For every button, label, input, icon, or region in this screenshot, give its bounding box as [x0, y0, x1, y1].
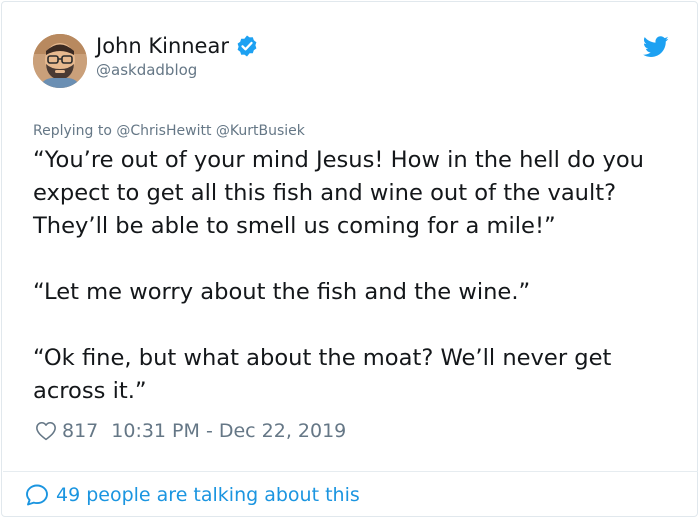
like-count[interactable]: 817	[62, 418, 98, 444]
tweet-paragraph: “Ok fine, but what about the moat? We’ll…	[33, 345, 612, 404]
author-handle[interactable]: @askdadblog	[96, 60, 197, 80]
author-name-row: John Kinnear	[96, 33, 259, 59]
mention-link[interactable]: @KurtBusiek	[216, 123, 305, 139]
tweet-paragraph: “Let me worry about the fish and the win…	[33, 279, 531, 305]
bearded-man-with-glasses-avatar-icon	[33, 34, 87, 88]
author-avatar[interactable]	[33, 34, 87, 88]
footer-divider	[3, 471, 698, 472]
verified-badge-icon	[237, 35, 257, 57]
speech-bubble-icon	[26, 484, 48, 506]
reply-prefix: Replying to	[33, 123, 112, 139]
tweet-card: John Kinnear @askdadblog Replying to @Ch…	[1, 1, 698, 517]
mention-link[interactable]: @ChrisHewitt	[116, 123, 211, 139]
twitter-bird-icon[interactable]	[643, 36, 669, 58]
conversation-link[interactable]: 49 people are talking about this	[25, 482, 360, 508]
tweet-text: “You’re out of your mind Jesus! How in t…	[33, 144, 683, 408]
tweet-meta: 817 10:31 PM - Dec 22, 2019	[35, 418, 346, 444]
tweet-timestamp[interactable]: 10:31 PM - Dec 22, 2019	[111, 418, 346, 444]
talking-text[interactable]: 49 people are talking about this	[56, 482, 360, 508]
heart-outline-icon[interactable]	[35, 420, 57, 442]
author-name[interactable]: John Kinnear	[96, 33, 229, 59]
reply-context: Replying to @ChrisHewitt @KurtBusiek	[33, 122, 305, 140]
tweet-paragraph: “You’re out of your mind Jesus! How in t…	[33, 147, 644, 239]
